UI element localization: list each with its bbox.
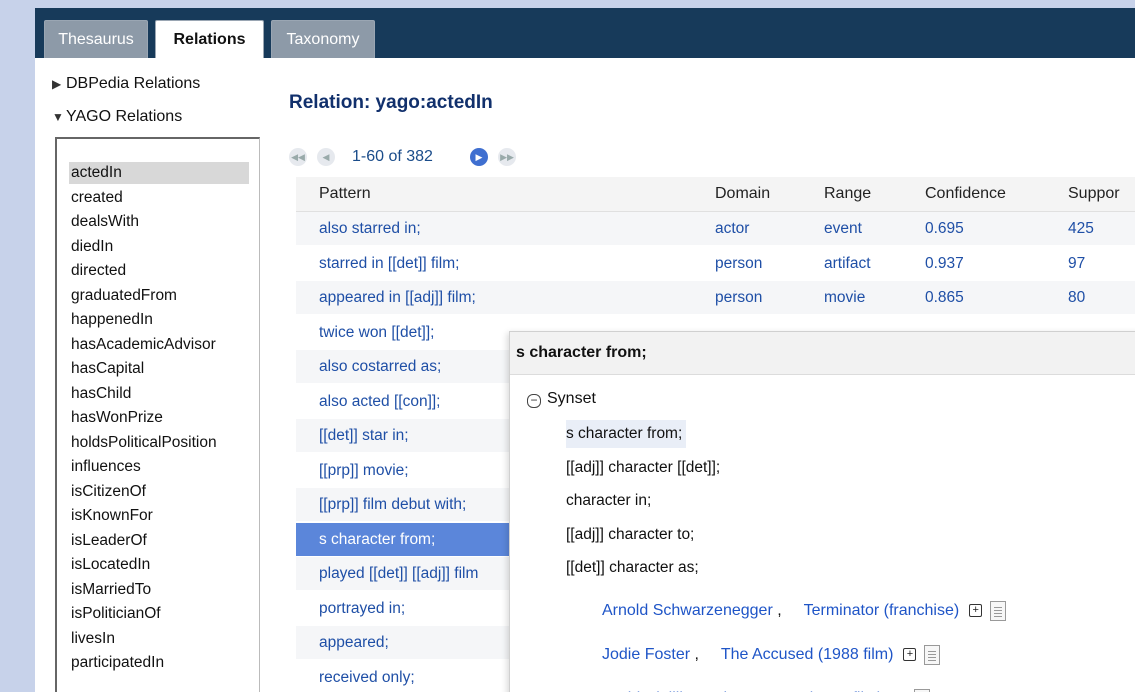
cell-pattern: played [[det]] [[adj]] film	[319, 565, 479, 582]
list-item[interactable]: hasChild	[69, 383, 249, 405]
cell-pattern: [[prp]] movie;	[319, 461, 409, 479]
last-page-icon[interactable]: ▶▶	[498, 148, 516, 166]
cell-support: 80	[1068, 289, 1086, 306]
col-range[interactable]: Range	[824, 177, 871, 211]
cell-support: 97	[1068, 254, 1086, 272]
table-row[interactable]: starred in [[det]] film; person artifact 0.…	[296, 246, 1135, 281]
cell-confidence: 0.695	[925, 220, 964, 237]
work-link[interactable]: The Accused (1988 film)	[721, 646, 894, 663]
list-item[interactable]: livesIn	[69, 628, 249, 650]
list-item[interactable]: hasAcademicAdvisor	[69, 334, 249, 356]
col-domain[interactable]: Domain	[715, 177, 770, 211]
tree-node-dbpedia[interactable]: ▶ DBPedia Relations	[52, 73, 200, 95]
col-support[interactable]: Suppor	[1068, 177, 1120, 211]
cell-pattern: s character from;	[319, 530, 436, 548]
cell-pattern: [[det]] star in;	[319, 427, 409, 444]
synset-label: Synset	[547, 390, 596, 407]
cell-pattern: [[prp]] film debut with;	[319, 496, 467, 513]
synset-item[interactable]: character in;	[566, 487, 655, 515]
window-left-edge	[0, 0, 35, 692]
expand-plus-icon[interactable]: +	[969, 604, 983, 618]
cell-domain: actor	[715, 220, 750, 237]
col-pattern[interactable]: Pattern	[319, 177, 371, 211]
entity-pair: Arnold Schwarzenegger , Terminator (fran…	[602, 598, 1007, 624]
page-title: Relation: yago:actedIn	[289, 92, 493, 113]
synset-item[interactable]: [[adj]] character to;	[566, 521, 698, 549]
list-item[interactable]: actedIn	[69, 162, 249, 184]
entity-pair: Omid Djalili , The Mummy (1999 film)+	[602, 686, 930, 692]
table-header: Pattern Domain Range Confidence Suppor	[296, 177, 1135, 212]
synset-item[interactable]: [[det]] character as;	[566, 554, 703, 582]
relations-list[interactable]: actedIn created dealsWith diedIn directed gra…	[55, 137, 260, 692]
cell-confidence: 0.865	[925, 289, 964, 306]
synset-item[interactable]: s character from;	[566, 420, 687, 448]
entity-link[interactable]: Jodie Foster	[602, 646, 690, 663]
collapse-icon[interactable]: −	[527, 394, 541, 408]
list-item[interactable]: participatedIn	[69, 652, 249, 674]
col-confidence[interactable]: Confidence	[925, 177, 1006, 211]
app-window: Thesaurus Relations Taxonomy ▶ DBPedia Re…	[35, 8, 1135, 692]
separator: ,	[772, 602, 804, 619]
document-icon[interactable]	[924, 644, 941, 665]
triangle-down-icon[interactable]: ▼	[52, 106, 66, 128]
entity-link[interactable]: Arnold Schwarzenegger	[602, 602, 773, 619]
list-item[interactable]: influences	[69, 456, 249, 478]
document-icon[interactable]	[990, 600, 1007, 621]
tree-node-label: YAGO Relations	[66, 108, 183, 125]
list-item[interactable]: happenedIn	[69, 309, 249, 331]
window-top-edge	[0, 0, 1135, 8]
list-item[interactable]: hasWonPrize	[69, 407, 249, 429]
table-row[interactable]: also starred in; actor event 0.695 425	[296, 212, 1135, 246]
cell-pattern: portrayed in;	[319, 599, 406, 617]
tree-node-label: DBPedia Relations	[66, 75, 201, 92]
popup-header: s character from;	[510, 332, 1135, 375]
next-page-icon[interactable]: ▶	[470, 148, 488, 166]
cell-pattern: also costarred as;	[319, 358, 442, 375]
cell-range: artifact	[824, 254, 871, 272]
list-item[interactable]: isPoliticianOf	[69, 603, 249, 625]
tab-relations[interactable]: Relations	[155, 20, 264, 58]
list-item[interactable]: isLeaderOf	[69, 530, 249, 552]
table-row[interactable]: appeared in [[adj]] film; person movie 0.86…	[296, 281, 1135, 315]
cell-pattern: appeared in [[adj]] film;	[319, 289, 476, 306]
tab-thesaurus[interactable]: Thesaurus	[44, 20, 148, 58]
cell-pattern: starred in [[det]] film;	[319, 254, 460, 272]
cell-range: movie	[824, 289, 866, 306]
list-item[interactable]: dealsWith	[69, 211, 249, 233]
cell-support: 425	[1068, 220, 1094, 237]
list-item[interactable]: created	[69, 187, 249, 209]
list-item[interactable]: directed	[69, 260, 249, 282]
prev-page-icon[interactable]: ◀	[317, 148, 335, 166]
synset-popup: s character from; − Synset s character f…	[509, 331, 1135, 692]
work-link[interactable]: Terminator (franchise)	[804, 602, 960, 619]
list-item[interactable]: isCitizenOf	[69, 481, 249, 503]
cell-pattern: also acted [[con]];	[319, 392, 441, 410]
list-item[interactable]: diedIn	[69, 236, 249, 258]
pager-range: 1-60 of 382	[352, 148, 433, 165]
first-page-icon[interactable]: ◀◀	[289, 148, 307, 166]
list-item[interactable]: hasCapital	[69, 358, 249, 380]
cell-pattern: also starred in;	[319, 220, 421, 237]
tab-taxonomy[interactable]: Taxonomy	[271, 20, 375, 58]
tree-node-yago[interactable]: ▼ YAGO Relations	[52, 106, 182, 128]
cell-pattern: twice won [[det]];	[319, 323, 435, 341]
expand-plus-icon[interactable]: +	[903, 648, 917, 662]
list-item[interactable]: holdsPoliticalPosition	[69, 432, 249, 454]
cell-pattern: appeared;	[319, 634, 389, 651]
entity-pair: Jodie Foster , The Accused (1988 film) +	[602, 642, 941, 668]
triangle-right-icon[interactable]: ▶	[52, 73, 66, 95]
list-item[interactable]: isMarriedTo	[69, 579, 249, 601]
cell-domain: person	[715, 289, 763, 306]
list-item[interactable]: graduatedFrom	[69, 285, 249, 307]
cell-pattern: received only;	[319, 668, 415, 686]
cell-confidence: 0.937	[925, 254, 964, 272]
separator: ,	[690, 646, 721, 663]
tab-bar: Thesaurus Relations Taxonomy	[35, 8, 1135, 58]
cell-range: event	[824, 220, 862, 237]
list-item[interactable]: isLocatedIn	[69, 554, 249, 576]
popup-title: s character from;	[516, 344, 647, 361]
synset-item[interactable]: [[adj]] character [[det]];	[566, 454, 724, 482]
cell-domain: person	[715, 254, 763, 272]
list-item[interactable]: isKnownFor	[69, 505, 249, 527]
